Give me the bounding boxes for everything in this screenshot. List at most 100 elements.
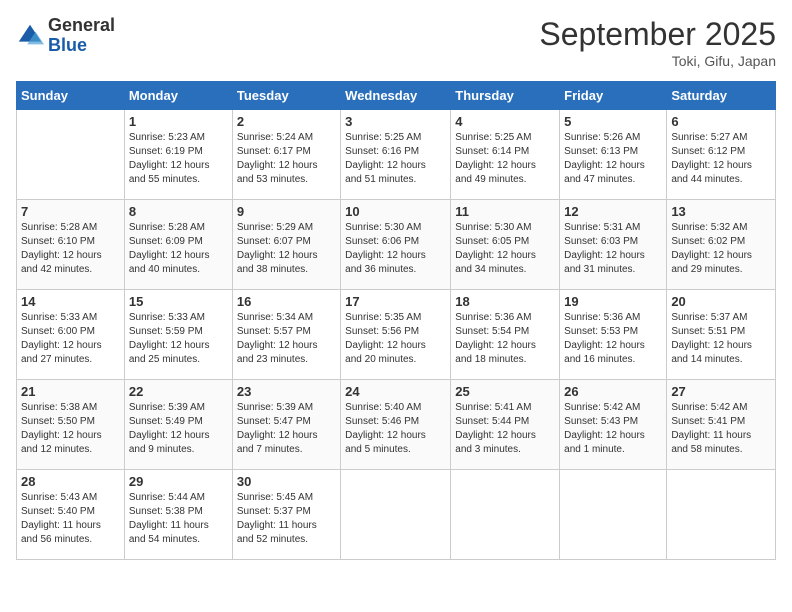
day-number: 6 <box>671 114 771 129</box>
month-title: September 2025 <box>539 16 776 53</box>
calendar-cell: 13 Sunrise: 5:32 AM Sunset: 6:02 PM Dayli… <box>667 200 776 290</box>
calendar-cell: 24 Sunrise: 5:40 AM Sunset: 5:46 PM Dayli… <box>341 380 451 470</box>
day-number: 28 <box>21 474 120 489</box>
day-info: Sunrise: 5:44 AM Sunset: 5:38 PM Dayligh… <box>129 491 228 547</box>
day-number: 18 <box>455 294 555 309</box>
day-info: Sunrise: 5:28 AM Sunset: 6:09 PM Dayligh… <box>129 221 228 277</box>
weekday-header-row: SundayMondayTuesdayWednesdayThursdayFrid… <box>17 82 776 110</box>
logo: General Blue <box>16 16 115 56</box>
day-number: 16 <box>237 294 336 309</box>
day-info: Sunrise: 5:27 AM Sunset: 6:12 PM Dayligh… <box>671 131 771 187</box>
day-number: 7 <box>21 204 120 219</box>
location-subtitle: Toki, Gifu, Japan <box>539 53 776 69</box>
calendar-cell: 12 Sunrise: 5:31 AM Sunset: 6:03 PM Dayli… <box>560 200 667 290</box>
calendar-week-row: 14Sunrise: 5:33 AM Sunset: 6:00 PM Dayli… <box>17 290 776 380</box>
weekday-header-monday: Monday <box>124 82 232 110</box>
calendar-cell: 7Sunrise: 5:28 AM Sunset: 6:10 PM Daylig… <box>17 200 125 290</box>
day-number: 30 <box>237 474 336 489</box>
day-info: Sunrise: 5:31 AM Sunset: 6:03 PM Dayligh… <box>564 221 662 277</box>
day-info: Sunrise: 5:24 AM Sunset: 6:17 PM Dayligh… <box>237 131 336 187</box>
day-number: 27 <box>671 384 771 399</box>
day-number: 12 <box>564 204 662 219</box>
day-number: 2 <box>237 114 336 129</box>
day-number: 5 <box>564 114 662 129</box>
calendar-cell: 22 Sunrise: 5:39 AM Sunset: 5:49 PM Dayli… <box>124 380 232 470</box>
day-info: Sunrise: 5:29 AM Sunset: 6:07 PM Dayligh… <box>237 221 336 277</box>
day-number: 19 <box>564 294 662 309</box>
day-number: 4 <box>455 114 555 129</box>
day-number: 10 <box>345 204 446 219</box>
logo-text: General Blue <box>48 16 115 56</box>
day-info: Sunrise: 5:25 AM Sunset: 6:16 PM Dayligh… <box>345 131 446 187</box>
logo-blue: Blue <box>48 35 87 55</box>
day-info: Sunrise: 5:43 AM Sunset: 5:40 PM Dayligh… <box>21 491 120 547</box>
day-info: Sunrise: 5:30 AM Sunset: 6:06 PM Dayligh… <box>345 221 446 277</box>
day-info: Sunrise: 5:40 AM Sunset: 5:46 PM Dayligh… <box>345 401 446 457</box>
calendar-cell <box>451 470 560 560</box>
weekday-header-tuesday: Tuesday <box>232 82 340 110</box>
calendar-cell: 8Sunrise: 5:28 AM Sunset: 6:09 PM Daylig… <box>124 200 232 290</box>
calendar-cell: 18 Sunrise: 5:36 AM Sunset: 5:54 PM Dayli… <box>451 290 560 380</box>
calendar-cell: 30 Sunrise: 5:45 AM Sunset: 5:37 PM Dayli… <box>232 470 340 560</box>
day-info: Sunrise: 5:42 AM Sunset: 5:41 PM Dayligh… <box>671 401 771 457</box>
calendar-cell: 5 Sunrise: 5:26 AM Sunset: 6:13 PM Daylig… <box>560 110 667 200</box>
day-number: 11 <box>455 204 555 219</box>
calendar-cell: 29 Sunrise: 5:44 AM Sunset: 5:38 PM Dayli… <box>124 470 232 560</box>
day-info: Sunrise: 5:30 AM Sunset: 6:05 PM Dayligh… <box>455 221 555 277</box>
calendar-cell <box>560 470 667 560</box>
weekday-header-friday: Friday <box>560 82 667 110</box>
day-number: 15 <box>129 294 228 309</box>
calendar-table: SundayMondayTuesdayWednesdayThursdayFrid… <box>16 81 776 560</box>
day-info: Sunrise: 5:25 AM Sunset: 6:14 PM Dayligh… <box>455 131 555 187</box>
calendar-cell: 6 Sunrise: 5:27 AM Sunset: 6:12 PM Daylig… <box>667 110 776 200</box>
day-number: 22 <box>129 384 228 399</box>
calendar-cell: 20 Sunrise: 5:37 AM Sunset: 5:51 PM Dayli… <box>667 290 776 380</box>
calendar-cell: 14Sunrise: 5:33 AM Sunset: 6:00 PM Dayli… <box>17 290 125 380</box>
day-info: Sunrise: 5:37 AM Sunset: 5:51 PM Dayligh… <box>671 311 771 367</box>
day-info: Sunrise: 5:36 AM Sunset: 5:54 PM Dayligh… <box>455 311 555 367</box>
calendar-cell: 9Sunrise: 5:29 AM Sunset: 6:07 PM Daylig… <box>232 200 340 290</box>
calendar-cell: 3 Sunrise: 5:25 AM Sunset: 6:16 PM Daylig… <box>341 110 451 200</box>
day-info: Sunrise: 5:39 AM Sunset: 5:47 PM Dayligh… <box>237 401 336 457</box>
calendar-cell <box>667 470 776 560</box>
day-number: 23 <box>237 384 336 399</box>
day-info: Sunrise: 5:34 AM Sunset: 5:57 PM Dayligh… <box>237 311 336 367</box>
weekday-header-saturday: Saturday <box>667 82 776 110</box>
calendar-cell: 19 Sunrise: 5:36 AM Sunset: 5:53 PM Dayli… <box>560 290 667 380</box>
day-number: 29 <box>129 474 228 489</box>
calendar-cell: 11 Sunrise: 5:30 AM Sunset: 6:05 PM Dayli… <box>451 200 560 290</box>
calendar-week-row: 28 Sunrise: 5:43 AM Sunset: 5:40 PM Dayli… <box>17 470 776 560</box>
calendar-cell: 21 Sunrise: 5:38 AM Sunset: 5:50 PM Dayli… <box>17 380 125 470</box>
day-number: 13 <box>671 204 771 219</box>
day-info: Sunrise: 5:26 AM Sunset: 6:13 PM Dayligh… <box>564 131 662 187</box>
day-number: 3 <box>345 114 446 129</box>
day-info: Sunrise: 5:36 AM Sunset: 5:53 PM Dayligh… <box>564 311 662 367</box>
title-block: September 2025 Toki, Gifu, Japan <box>539 16 776 69</box>
calendar-cell: 15Sunrise: 5:33 AM Sunset: 5:59 PM Dayli… <box>124 290 232 380</box>
day-info: Sunrise: 5:41 AM Sunset: 5:44 PM Dayligh… <box>455 401 555 457</box>
calendar-cell: 17Sunrise: 5:35 AM Sunset: 5:56 PM Dayli… <box>341 290 451 380</box>
calendar-week-row: 21 Sunrise: 5:38 AM Sunset: 5:50 PM Dayli… <box>17 380 776 470</box>
day-number: 24 <box>345 384 446 399</box>
day-number: 20 <box>671 294 771 309</box>
day-number: 1 <box>129 114 228 129</box>
day-info: Sunrise: 5:39 AM Sunset: 5:49 PM Dayligh… <box>129 401 228 457</box>
day-number: 21 <box>21 384 120 399</box>
day-info: Sunrise: 5:33 AM Sunset: 6:00 PM Dayligh… <box>21 311 120 367</box>
day-info: Sunrise: 5:35 AM Sunset: 5:56 PM Dayligh… <box>345 311 446 367</box>
calendar-cell: 27 Sunrise: 5:42 AM Sunset: 5:41 PM Dayli… <box>667 380 776 470</box>
calendar-cell: 1 Sunrise: 5:23 AM Sunset: 6:19 PM Daylig… <box>124 110 232 200</box>
calendar-cell: 4 Sunrise: 5:25 AM Sunset: 6:14 PM Daylig… <box>451 110 560 200</box>
day-info: Sunrise: 5:45 AM Sunset: 5:37 PM Dayligh… <box>237 491 336 547</box>
calendar-week-row: 1 Sunrise: 5:23 AM Sunset: 6:19 PM Daylig… <box>17 110 776 200</box>
calendar-cell <box>341 470 451 560</box>
day-info: Sunrise: 5:23 AM Sunset: 6:19 PM Dayligh… <box>129 131 228 187</box>
calendar-cell: 26Sunrise: 5:42 AM Sunset: 5:43 PM Dayli… <box>560 380 667 470</box>
day-info: Sunrise: 5:38 AM Sunset: 5:50 PM Dayligh… <box>21 401 120 457</box>
day-number: 25 <box>455 384 555 399</box>
calendar-cell: 25 Sunrise: 5:41 AM Sunset: 5:44 PM Dayli… <box>451 380 560 470</box>
calendar-cell: 16 Sunrise: 5:34 AM Sunset: 5:57 PM Dayli… <box>232 290 340 380</box>
day-info: Sunrise: 5:32 AM Sunset: 6:02 PM Dayligh… <box>671 221 771 277</box>
day-number: 26 <box>564 384 662 399</box>
calendar-cell: 28 Sunrise: 5:43 AM Sunset: 5:40 PM Dayli… <box>17 470 125 560</box>
